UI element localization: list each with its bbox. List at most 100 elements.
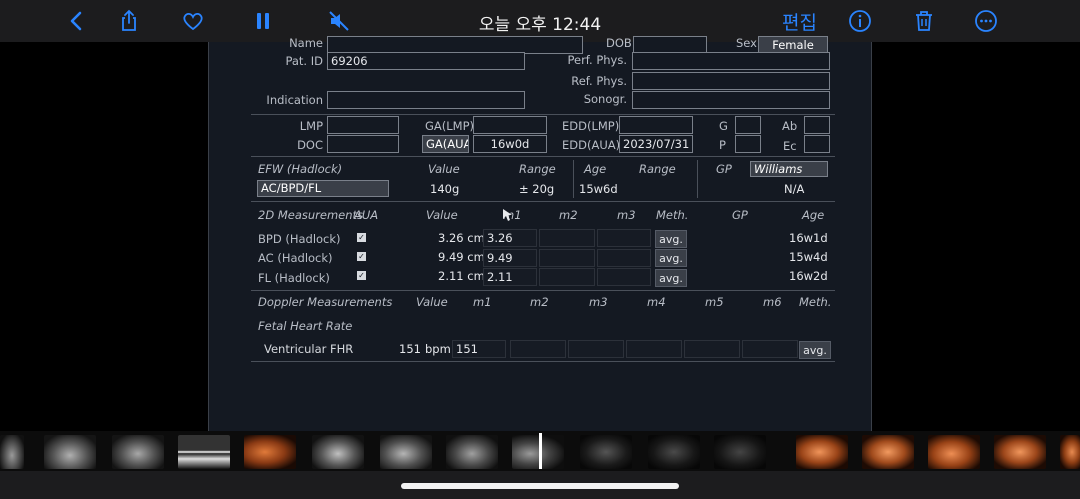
sonogr-field — [632, 91, 830, 109]
indication-field — [327, 91, 525, 109]
thumbnail[interactable] — [796, 435, 848, 469]
lmp-label: LMP — [299, 119, 323, 133]
sonogr-label: Sonogr. — [583, 92, 627, 106]
thumbnail[interactable] — [994, 435, 1046, 469]
ga-lmp-field — [473, 116, 547, 134]
gp-select[interactable]: Williams — [750, 161, 828, 177]
doppler-m4-header: m4 — [647, 295, 666, 309]
aua-checkbox[interactable]: ✓ — [357, 252, 366, 261]
table-row-value: 3.26 cm — [438, 231, 485, 245]
table-row-age: 16w1d — [789, 231, 828, 245]
thumbnail[interactable] — [178, 435, 230, 469]
m3-cell — [597, 249, 651, 267]
fhr-unit: bpm — [425, 342, 451, 356]
thumbnail[interactable] — [714, 435, 766, 469]
efw-gp-header: GP — [716, 162, 732, 176]
divider — [251, 201, 835, 202]
thumbnail[interactable] — [244, 435, 296, 469]
divider — [251, 114, 835, 115]
efw-value-header: Value — [428, 162, 460, 176]
efw-gp-result: N/A — [784, 182, 805, 196]
scrubber-playhead[interactable] — [539, 433, 542, 469]
photo-viewer: Name DOB Sex Female Pat. ID 69206 Perf. … — [0, 36, 1080, 431]
ec-label: Ec — [783, 139, 797, 153]
fetal-heart-rate-label: Fetal Heart Rate — [258, 319, 353, 333]
doppler-header: Doppler Measurements — [258, 295, 393, 309]
aua-checkbox[interactable]: ✓ — [357, 271, 366, 280]
doppler-m2-header: m2 — [530, 295, 549, 309]
ref-phys-label: Ref. Phys. — [571, 74, 627, 88]
edit-button[interactable]: 편집 — [782, 8, 817, 35]
avg-button[interactable]: avg. — [655, 269, 687, 287]
thumbnail[interactable] — [512, 435, 564, 469]
efw-age-header: Age — [584, 162, 607, 176]
sex-label: Sex — [736, 36, 757, 50]
table-row-name: AC (Hadlock) — [258, 251, 333, 265]
thumbnail[interactable] — [112, 435, 164, 469]
thumbnail[interactable] — [446, 435, 498, 469]
edd-aua-field: 2023/07/31 — [619, 135, 693, 153]
g-label: G — [719, 119, 728, 133]
table-row-age: 15w4d — [789, 250, 828, 264]
p-field — [735, 135, 761, 153]
aua-checkbox[interactable]: ✓ — [357, 233, 366, 242]
thumbnail[interactable] — [1060, 435, 1080, 469]
doppler-m1-header: m1 — [473, 295, 492, 309]
edd-aua-label: EDD(AUA) — [562, 138, 621, 152]
fhr-m3-cell — [568, 340, 624, 358]
thumbnail[interactable] — [928, 435, 980, 469]
pause-icon[interactable] — [248, 6, 278, 36]
perf-phys-label: Perf. Phys. — [567, 53, 627, 67]
info-icon[interactable] — [845, 6, 875, 36]
more-icon[interactable] — [971, 6, 1001, 36]
efw-range: ± 20g — [519, 182, 555, 196]
meth-header: Meth. — [656, 208, 689, 222]
thumbnail[interactable] — [380, 435, 432, 469]
doppler-m5-header: m5 — [705, 295, 724, 309]
perf-phys-field — [632, 52, 830, 70]
mute-icon[interactable] — [324, 6, 354, 36]
doppler-m6-header: m6 — [763, 295, 782, 309]
fhr-m4-cell — [626, 340, 682, 358]
m1-cell: 2.11 — [483, 268, 537, 286]
doppler-meth-header: Meth. — [799, 295, 832, 309]
fhr-avg-button[interactable]: avg. — [799, 341, 831, 359]
edd-lmp-label: EDD(LMP) — [562, 119, 620, 133]
heart-icon[interactable] — [178, 6, 208, 36]
thumbnail[interactable] — [44, 435, 96, 469]
ab-field — [804, 116, 830, 134]
avg-button[interactable]: avg. — [655, 249, 687, 267]
ga-aua-field: 16w0d — [473, 135, 547, 153]
thumbnail[interactable] — [580, 435, 632, 469]
doc-field — [327, 135, 399, 153]
m3-cell — [597, 268, 651, 286]
avg-button[interactable]: avg. — [655, 230, 687, 248]
cursor-icon — [503, 209, 512, 221]
fhr-m6-cell — [742, 340, 798, 358]
m3-cell — [597, 229, 651, 247]
thumbnail[interactable] — [862, 435, 914, 469]
share-icon[interactable] — [114, 6, 144, 36]
doc-label: DOC — [297, 138, 323, 152]
ec-field — [804, 135, 830, 153]
trash-icon[interactable] — [909, 6, 939, 36]
divider — [251, 156, 835, 157]
m2-cell — [539, 229, 595, 247]
age-header: Age — [802, 208, 825, 222]
m1-cell: 3.26 — [483, 229, 537, 247]
patid-field: 69206 — [327, 52, 525, 70]
g-field — [735, 116, 761, 134]
gp-header: GP — [732, 208, 748, 222]
thumbnail[interactable] — [648, 435, 700, 469]
divider — [251, 361, 835, 362]
ventricular-fhr-label: Ventricular FHR — [264, 342, 354, 356]
fhr-value: 151 — [399, 342, 421, 356]
home-indicator[interactable] — [401, 483, 679, 489]
efw-range-header: Range — [519, 162, 556, 176]
thumbnail[interactable] — [312, 435, 364, 469]
thumbnail[interactable] — [0, 435, 24, 469]
efw-age: 15w6d — [579, 182, 618, 196]
back-icon[interactable] — [62, 6, 92, 36]
fhr-m2-cell — [510, 340, 566, 358]
aua-header: AUA — [354, 208, 379, 222]
